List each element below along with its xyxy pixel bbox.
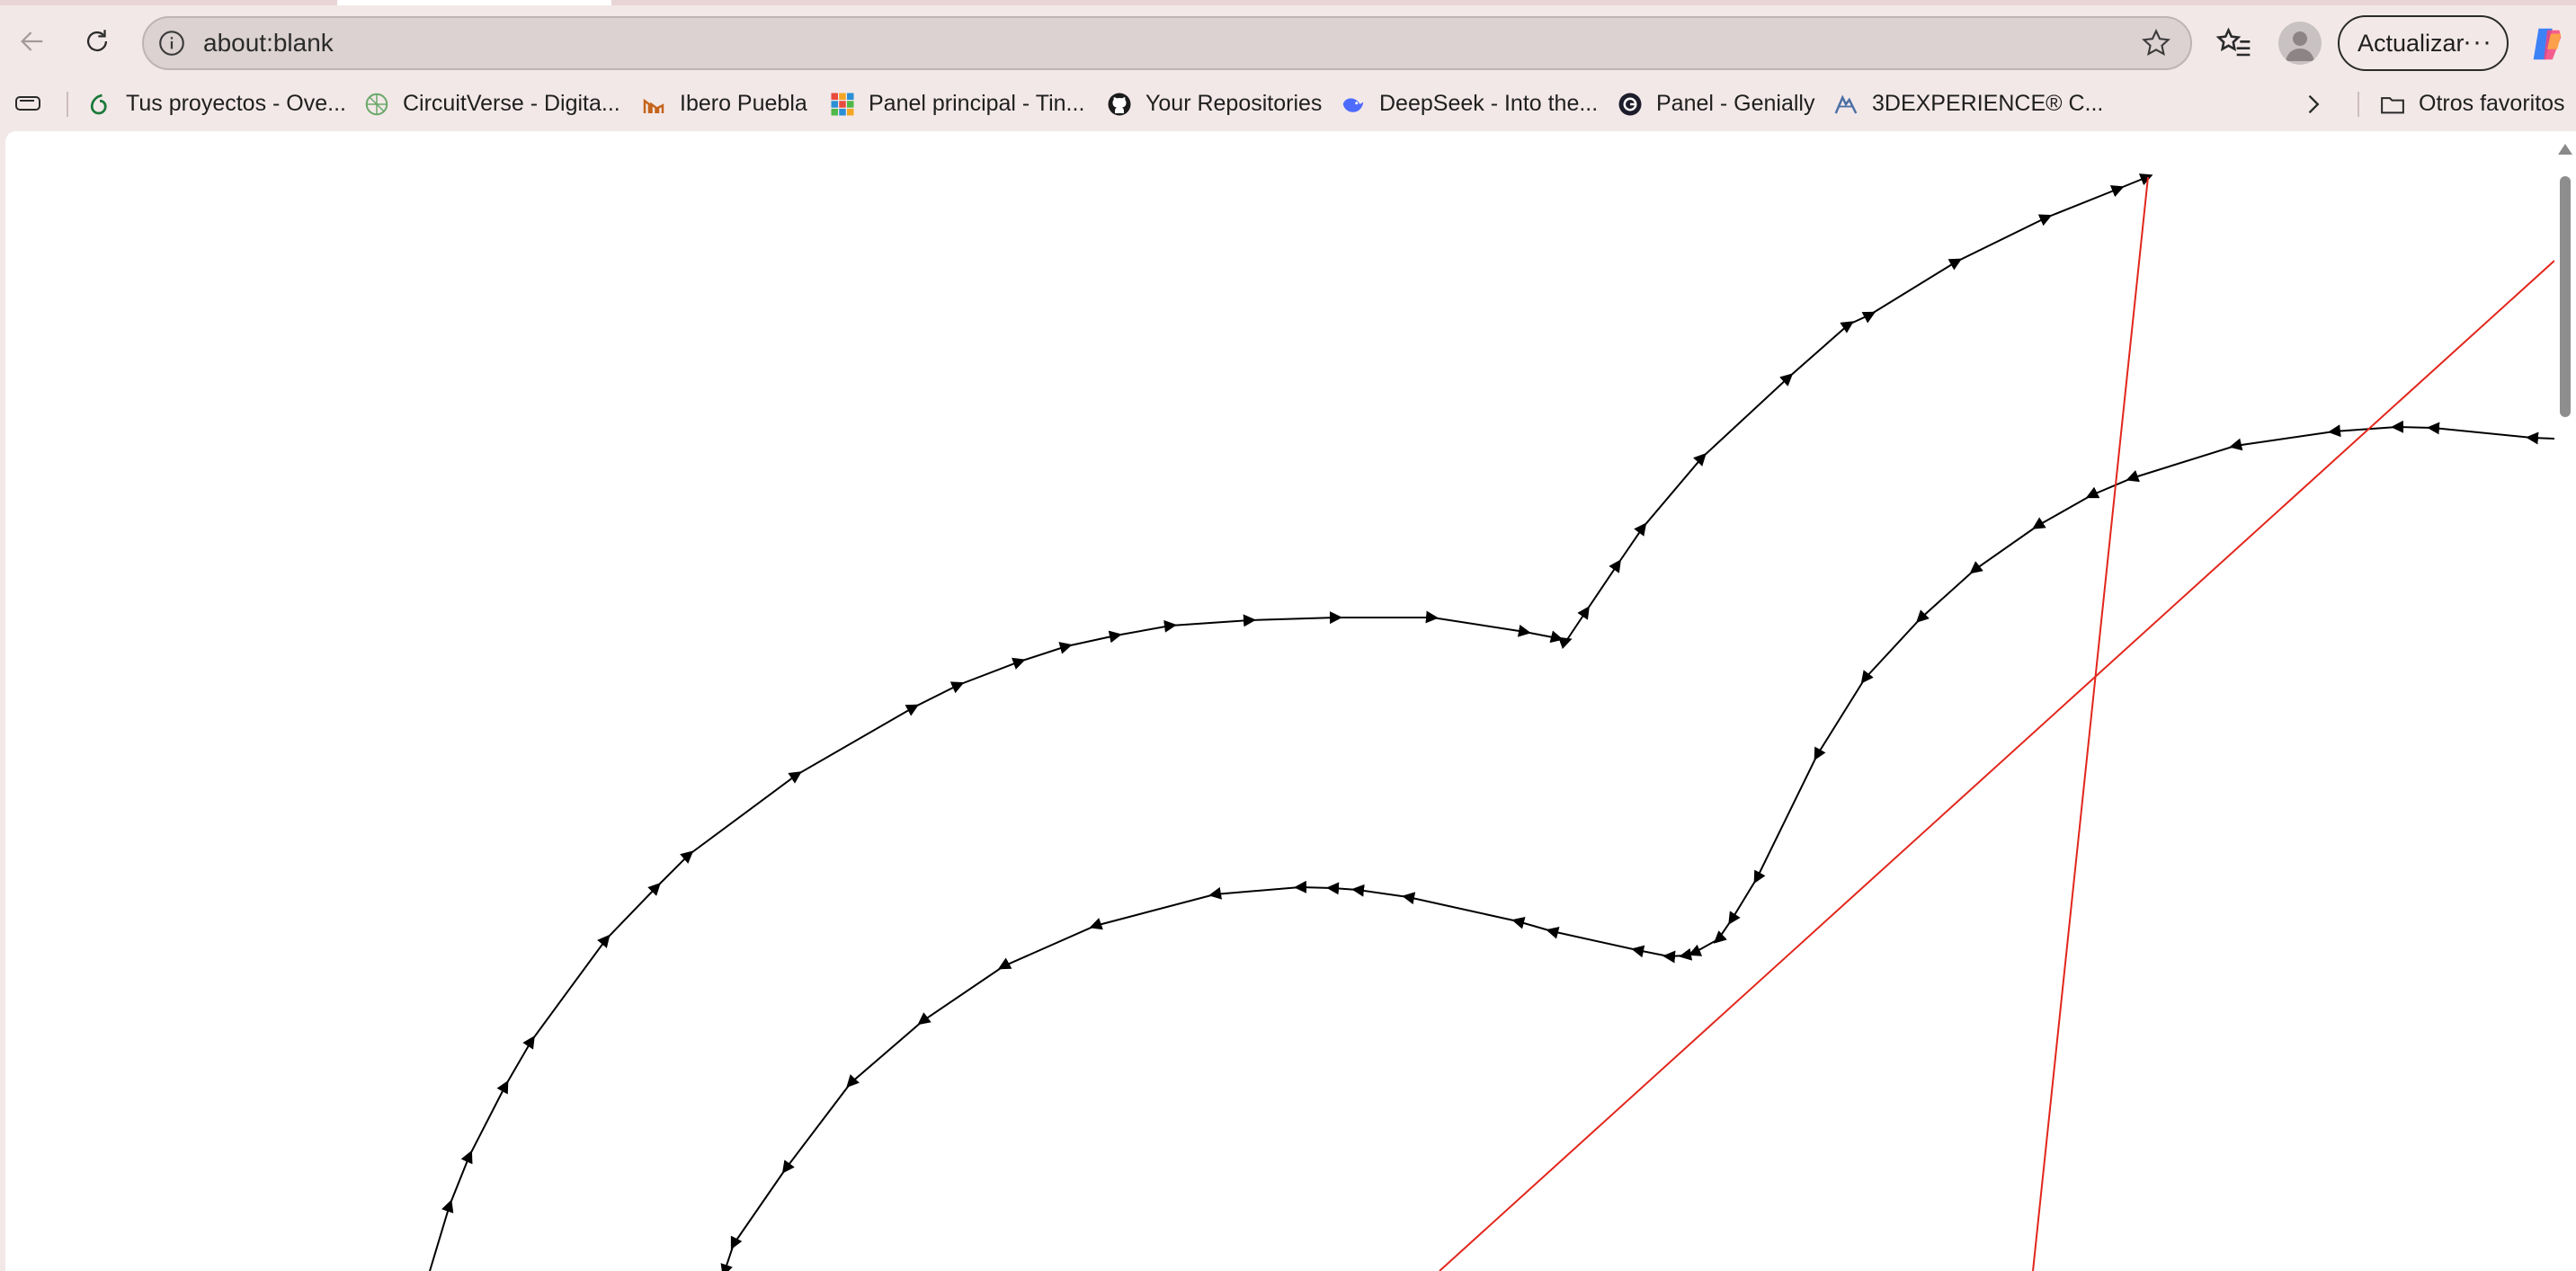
reload-icon bbox=[86, 30, 108, 52]
genially-icon bbox=[1618, 93, 1642, 116]
update-browser-button[interactable]: Actualizar ··· bbox=[2338, 15, 2509, 71]
overleaf-icon bbox=[90, 93, 107, 115]
github-icon bbox=[1108, 93, 1131, 116]
scrollbar-thumb[interactable] bbox=[2560, 176, 2571, 417]
deepseek-icon bbox=[1342, 98, 1364, 112]
add-favorite-star-icon[interactable] bbox=[2140, 27, 2172, 59]
folder-icon bbox=[2381, 97, 2404, 114]
address-bar[interactable]: about:blank bbox=[142, 16, 2192, 70]
site-info-icon[interactable] bbox=[156, 28, 187, 58]
drawing-canvas bbox=[429, 173, 2554, 1271]
page-viewport[interactable] bbox=[5, 131, 2554, 1271]
circuitverse-icon bbox=[365, 93, 388, 116]
more-menu-icon[interactable]: ··· bbox=[2463, 17, 2492, 67]
url-text[interactable]: about:blank bbox=[203, 18, 334, 68]
tinkercad-icon bbox=[831, 93, 854, 116]
profile-avatar-button[interactable] bbox=[2278, 22, 2322, 65]
inner-arrow-path bbox=[720, 420, 2554, 1271]
ibero-icon bbox=[643, 98, 664, 113]
back-arrow-icon bbox=[21, 31, 43, 51]
bookmarks-bar: Tus proyectos - Ove... CircuitVerse - Di… bbox=[0, 79, 2576, 129]
back-button[interactable] bbox=[9, 18, 56, 65]
browser-toolbar: about:blank Actualizar ··· bbox=[0, 5, 2576, 79]
reload-button[interactable] bbox=[74, 18, 120, 65]
3dexperience-icon bbox=[1834, 94, 1858, 114]
favorites-list-icon[interactable] bbox=[2214, 25, 2253, 65]
outer-arrow-path bbox=[429, 173, 2153, 1271]
bookmarks-separator bbox=[67, 92, 68, 117]
red-line-steep bbox=[2032, 176, 2149, 1271]
red-line-diagonal bbox=[1439, 260, 2554, 1271]
scroll-up-arrow-icon[interactable] bbox=[2558, 144, 2572, 155]
vertical-scrollbar[interactable] bbox=[2554, 131, 2576, 1271]
bookmarks-separator bbox=[2358, 92, 2359, 117]
more-bookmarks-chevron-icon[interactable] bbox=[2300, 92, 2325, 117]
person-icon bbox=[2286, 31, 2314, 61]
collections-icon[interactable] bbox=[14, 92, 43, 117]
copilot-icon[interactable] bbox=[2527, 23, 2568, 65]
